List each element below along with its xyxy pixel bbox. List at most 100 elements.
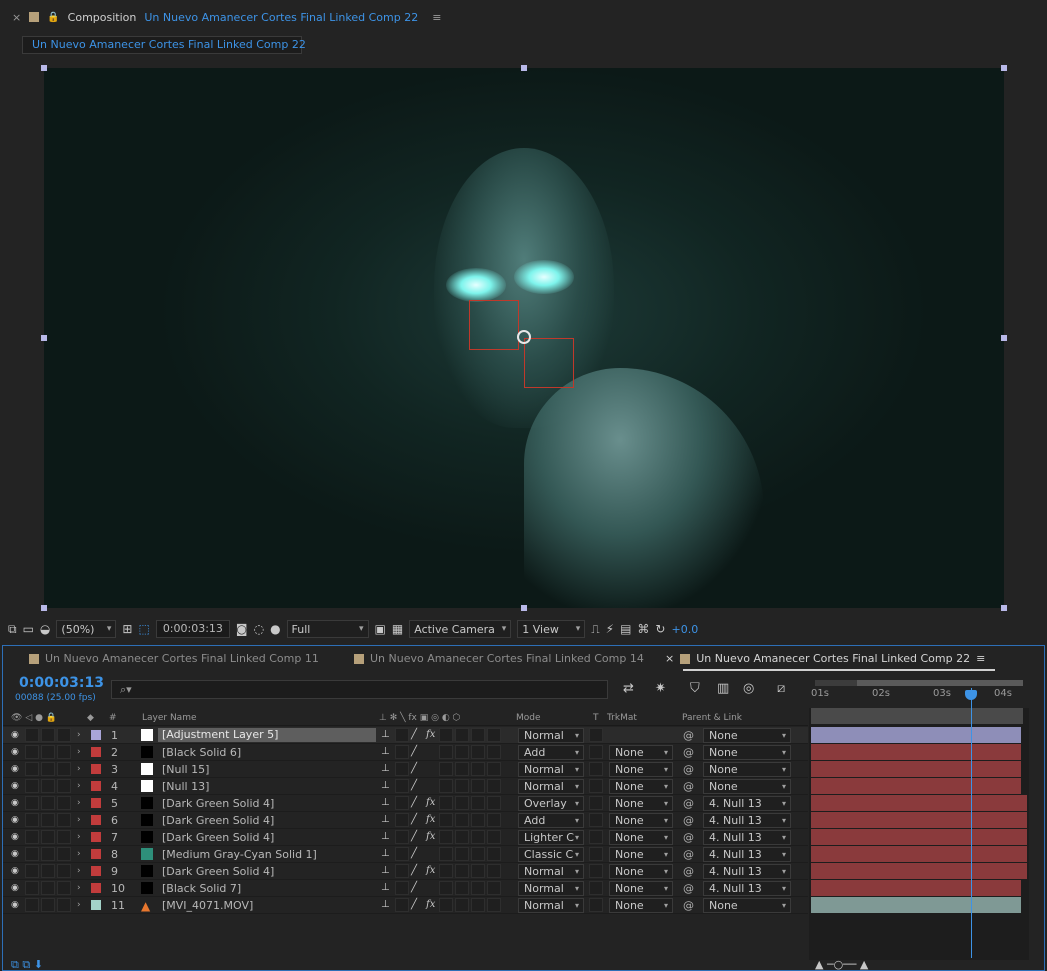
- label-color-swatch[interactable]: [91, 866, 101, 876]
- eye-icon[interactable]: ◉: [11, 900, 19, 910]
- solo-toggle[interactable]: [41, 796, 55, 810]
- layer-clip-bar[interactable]: [811, 795, 1027, 811]
- composition-viewer[interactable]: [44, 68, 1004, 608]
- pick-whip-icon[interactable]: @: [683, 797, 694, 810]
- 3d-layer-switch[interactable]: [487, 745, 501, 759]
- toggle-pixel-aspect-icon[interactable]: ⎍: [591, 622, 599, 637]
- frame-blend-switch[interactable]: [439, 847, 453, 861]
- preserve-transparency-toggle[interactable]: [589, 864, 603, 878]
- 3d-layer-switch[interactable]: [487, 728, 501, 742]
- collapse-switch[interactable]: [395, 898, 409, 912]
- layer-row[interactable]: ◉ › 8 [Medium Gray-Cyan Solid 1] ⊥ ╱ Classic C…: [3, 846, 808, 863]
- layer-clip-bar[interactable]: [811, 778, 1021, 794]
- fit-icon[interactable]: ⊞: [122, 622, 132, 636]
- blend-mode-dropdown[interactable]: Normal ▾: [518, 728, 584, 743]
- lock-toggle[interactable]: [57, 881, 71, 895]
- parent-dropdown[interactable]: 4. Null 13 ▾: [703, 881, 791, 896]
- layer-row[interactable]: ◉ › 4 [Null 13] ⊥ ╱ Normal ▾ None ▾ @ None ▾: [3, 778, 808, 795]
- audio-toggle[interactable]: [25, 762, 39, 776]
- lock-toggle[interactable]: [57, 864, 71, 878]
- adjustment-switch[interactable]: [471, 779, 485, 793]
- pick-whip-icon[interactable]: @: [683, 848, 694, 861]
- quality-switch-icon[interactable]: ╱: [411, 780, 417, 791]
- preserve-transparency-toggle[interactable]: [589, 745, 603, 759]
- pick-whip-icon[interactable]: @: [683, 763, 694, 776]
- exposure-value[interactable]: +0.0: [671, 623, 698, 636]
- transform-handle[interactable]: [1001, 605, 1007, 611]
- chevron-right-icon[interactable]: ›: [77, 730, 81, 740]
- solo-toggle[interactable]: [41, 762, 55, 776]
- audio-toggle[interactable]: [25, 728, 39, 742]
- lock-toggle[interactable]: [57, 796, 71, 810]
- motion-blur-switch[interactable]: [455, 745, 469, 759]
- audio-toggle[interactable]: [25, 864, 39, 878]
- comp-breadcrumb-tab[interactable]: Un Nuevo Amanecer Cortes Final Linked Co…: [22, 36, 306, 54]
- layer-name[interactable]: [Dark Green Solid 4]: [162, 814, 274, 827]
- effect-switch[interactable]: fx: [426, 831, 435, 842]
- anchor-point-icon[interactable]: [517, 330, 531, 344]
- audio-toggle[interactable]: [25, 745, 39, 759]
- quality-switch-icon[interactable]: ╱: [411, 763, 417, 774]
- pick-whip-icon[interactable]: @: [683, 831, 694, 844]
- eye-icon[interactable]: ◉: [11, 832, 19, 842]
- adjustment-switch[interactable]: [471, 745, 485, 759]
- av-features-icon[interactable]: 👁 ◁ ● 🔒: [11, 713, 57, 723]
- time-ruler[interactable]: 01s 02s 03s 04s: [809, 678, 1027, 708]
- collapse-switch[interactable]: [395, 762, 409, 776]
- close-tab-button[interactable]: ×: [12, 11, 21, 24]
- collapse-switch[interactable]: [395, 881, 409, 895]
- chevron-right-icon[interactable]: ›: [77, 883, 81, 893]
- layer-clip-bar[interactable]: [811, 897, 1021, 913]
- parent-dropdown[interactable]: 4. Null 13 ▾: [703, 830, 791, 845]
- track-matte-dropdown[interactable]: None ▾: [609, 796, 673, 811]
- comp-switches-icon[interactable]: ⧉ ⧉ ⬇: [11, 958, 43, 971]
- parent-dropdown[interactable]: 4. Null 13 ▾: [703, 864, 791, 879]
- 3d-layer-switch[interactable]: [487, 796, 501, 810]
- effect-switch[interactable]: fx: [426, 729, 435, 740]
- label-color-swatch[interactable]: [91, 815, 101, 825]
- layer-clip-bar[interactable]: [811, 846, 1027, 862]
- chevron-right-icon[interactable]: ›: [77, 832, 81, 842]
- solo-toggle[interactable]: [41, 745, 55, 759]
- shy-switch-icon[interactable]: ⊥: [381, 814, 390, 825]
- audio-toggle[interactable]: [25, 813, 39, 827]
- preserve-transparency-toggle[interactable]: [589, 813, 603, 827]
- layer-name[interactable]: [Dark Green Solid 4]: [162, 865, 274, 878]
- monitor-icon[interactable]: ▭: [23, 622, 34, 636]
- adjustment-switch[interactable]: [471, 898, 485, 912]
- timeline-icon[interactable]: ▤: [620, 622, 631, 636]
- preserve-transparency-toggle[interactable]: [589, 830, 603, 844]
- label-color-swatch[interactable]: [91, 900, 101, 910]
- quality-switch-icon[interactable]: ╱: [411, 797, 417, 808]
- fast-draft-icon[interactable]: ⚡: [606, 622, 614, 636]
- chevron-right-icon[interactable]: ›: [77, 764, 81, 774]
- effect-switch[interactable]: fx: [426, 814, 435, 825]
- layer-search-input[interactable]: ⌕▾: [111, 680, 608, 699]
- collapse-switch[interactable]: [395, 864, 409, 878]
- 3d-layer-switch[interactable]: [487, 830, 501, 844]
- lock-toggle[interactable]: [57, 898, 71, 912]
- motion-blur-switch[interactable]: [455, 830, 469, 844]
- lock-toggle[interactable]: [57, 813, 71, 827]
- track-matte-dropdown[interactable]: None ▾: [609, 779, 673, 794]
- frame-blend-switch[interactable]: [439, 864, 453, 878]
- null-layer-box[interactable]: [524, 338, 574, 388]
- chevron-right-icon[interactable]: ›: [77, 798, 81, 808]
- preserve-transparency-toggle[interactable]: [589, 796, 603, 810]
- mask-icon[interactable]: ◒: [40, 622, 50, 636]
- views-dropdown[interactable]: 1 View ▾: [517, 620, 586, 638]
- parent-dropdown[interactable]: 4. Null 13 ▾: [703, 847, 791, 862]
- eye-icon[interactable]: ◉: [11, 764, 19, 774]
- layer-row[interactable]: ◉ › 10 [Black Solid 7] ⊥ ╱ Normal ▾ None ▾ @4. Nul…: [3, 880, 808, 897]
- shy-switch-icon[interactable]: ⊥: [381, 746, 390, 757]
- eye-icon[interactable]: ◉: [11, 781, 19, 791]
- transform-handle[interactable]: [41, 605, 47, 611]
- tab-comp-22[interactable]: × Un Nuevo Amanecer Cortes Final Linked C…: [665, 652, 996, 671]
- quality-switch-icon[interactable]: ╱: [411, 746, 417, 757]
- audio-toggle[interactable]: [25, 796, 39, 810]
- motion-blur-switch[interactable]: [455, 864, 469, 878]
- solo-toggle[interactable]: [41, 728, 55, 742]
- eye-icon[interactable]: ◉: [11, 798, 19, 808]
- label-color-swatch[interactable]: [91, 781, 101, 791]
- blend-mode-dropdown[interactable]: Add ▾: [518, 745, 584, 760]
